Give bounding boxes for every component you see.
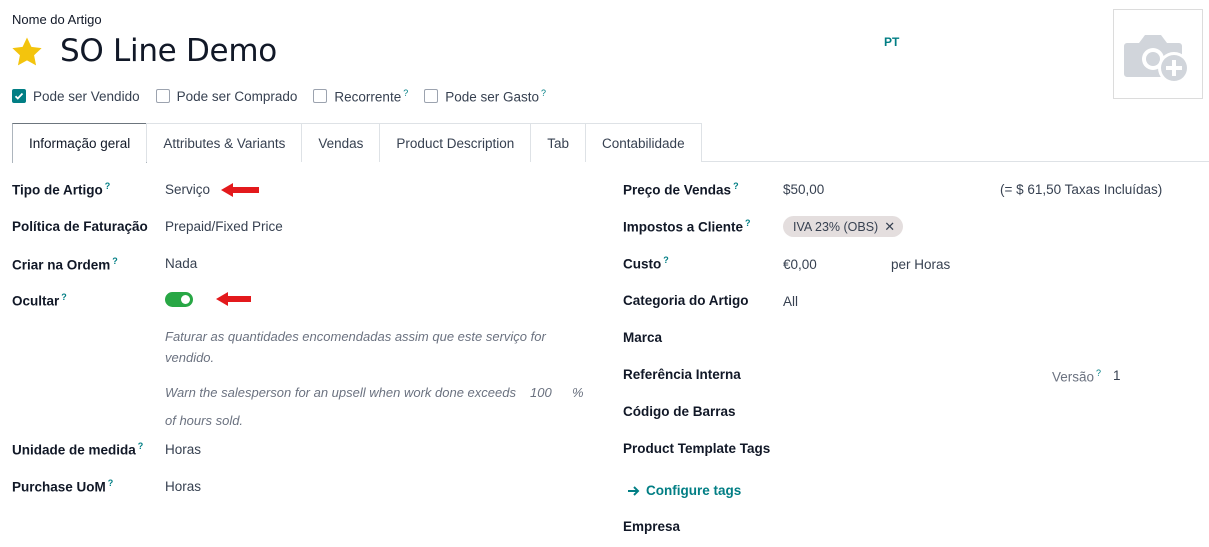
- camera-add-icon: [1124, 35, 1190, 84]
- version-field[interactable]: 1: [1113, 368, 1121, 383]
- checkbox-can-be-purchased[interactable]: Pode ser Comprado: [155, 88, 298, 104]
- uom-label: Unidade de medida?: [12, 441, 144, 458]
- product-category-label: Categoria do Artigo: [623, 293, 749, 308]
- invoice-help-text: Faturar as quantidades encomendadas assi…: [165, 329, 546, 365]
- create-on-order-field[interactable]: Nada: [165, 256, 197, 271]
- version-label: Versão?: [1052, 368, 1102, 385]
- cost-unit: per Horas: [891, 257, 951, 272]
- help-tooltip-icon[interactable]: ?: [663, 255, 669, 265]
- customer-taxes-label: Impostos a Cliente?: [623, 218, 751, 235]
- sales-price-tax-included: (= $ 61,50 Taxas Incluídas): [1000, 182, 1163, 197]
- help-tooltip-icon[interactable]: ?: [733, 181, 739, 191]
- checkbox-label: Pode ser Gasto?: [445, 88, 547, 105]
- remove-tag-icon[interactable]: ✕: [884, 219, 895, 235]
- product-type-label: Tipo de Artigo?: [12, 181, 111, 198]
- tab-tab[interactable]: Tab: [530, 123, 587, 162]
- upsell-percent-unit: %: [572, 385, 584, 400]
- tab-sales[interactable]: Vendas: [301, 123, 381, 162]
- company-label: Empresa: [623, 519, 681, 534]
- checkbox-can-be-sold[interactable]: Pode ser Vendido: [12, 89, 140, 104]
- checkbox-box[interactable]: [155, 89, 170, 104]
- product-category-field[interactable]: All: [783, 294, 798, 309]
- checkbox-label: Recorrente?: [334, 88, 409, 105]
- help-tooltip-icon[interactable]: ?: [105, 181, 111, 191]
- cost-field[interactable]: €0,00: [783, 257, 817, 272]
- help-tooltip-icon[interactable]: ?: [1096, 368, 1101, 378]
- create-on-order-label: Criar na Ordem?: [12, 256, 118, 273]
- internal-reference-label: Referência Interna: [623, 367, 741, 382]
- star-icon[interactable]: [10, 35, 44, 69]
- tab-attributes-variants[interactable]: Attributes & Variants: [146, 123, 303, 162]
- help-tooltip-icon[interactable]: ?: [108, 478, 114, 488]
- arrow-right-icon: [628, 485, 640, 496]
- checkbox-box[interactable]: [313, 89, 328, 104]
- purchase-uom-field[interactable]: Horas: [165, 479, 201, 494]
- checkbox-box[interactable]: [12, 89, 26, 104]
- brand-label: Marca: [623, 330, 663, 345]
- help-tooltip-icon[interactable]: ?: [61, 292, 67, 302]
- uom-field[interactable]: Horas: [165, 442, 201, 457]
- product-template-tags-label: Product Template Tags: [623, 441, 771, 456]
- check-icon: [14, 93, 24, 101]
- upsell-threshold-input[interactable]: 100: [530, 382, 558, 403]
- configure-tags-label: Configure tags: [646, 483, 742, 498]
- tax-tag-label: IVA 23% (OBS): [793, 219, 879, 234]
- tab-accounting[interactable]: Contabilidade: [585, 123, 702, 162]
- sales-price-field[interactable]: $50,00: [783, 182, 824, 197]
- product-title[interactable]: SO Line Demo: [60, 33, 277, 69]
- product-image-field[interactable]: [1113, 9, 1203, 99]
- upsell-help-text: Warn the salesperson for an upsell when …: [165, 385, 516, 400]
- barcode-label: Código de Barras: [623, 404, 736, 419]
- product-type-field[interactable]: Serviço: [165, 182, 210, 197]
- form-tabs: Informação geral Attributes & Variants V…: [12, 123, 1209, 163]
- product-name-label: Nome do Artigo: [12, 12, 102, 27]
- tax-tag[interactable]: IVA 23% (OBS) ✕: [783, 216, 904, 237]
- checkbox-box[interactable]: [424, 89, 439, 104]
- help-tooltip-icon[interactable]: ?: [138, 441, 144, 451]
- checkbox-label: Pode ser Comprado: [176, 88, 298, 104]
- checkbox-recurring[interactable]: Recorrente?: [313, 88, 408, 105]
- hide-toggle[interactable]: [165, 292, 193, 307]
- tab-product-description[interactable]: Product Description: [379, 123, 532, 162]
- red-arrow-icon: [221, 183, 259, 197]
- tab-general-information[interactable]: Informação geral: [12, 123, 148, 163]
- checkbox-can-be-expensed[interactable]: Pode ser Gasto?: [424, 88, 546, 105]
- sales-price-label: Preço de Vendas?: [623, 181, 739, 198]
- help-tooltip-icon[interactable]: ?: [745, 218, 751, 228]
- configure-tags-link[interactable]: Configure tags: [627, 483, 741, 498]
- product-flags: Pode ser Vendido Pode ser Comprado Recor…: [12, 88, 546, 105]
- invoice-policy-field[interactable]: Prepaid/Fixed Price: [165, 219, 283, 234]
- upsell-help-text-end: of hours sold.: [165, 413, 244, 428]
- hide-label: Ocultar?: [12, 292, 67, 309]
- checkbox-label: Pode ser Vendido: [33, 88, 140, 104]
- language-button[interactable]: PT: [884, 35, 899, 49]
- cost-label: Custo?: [623, 255, 669, 272]
- help-tooltip-icon[interactable]: ?: [403, 88, 408, 98]
- red-arrow-icon: [216, 292, 251, 306]
- purchase-uom-label: Purchase UoM?: [12, 478, 114, 495]
- help-tooltip-icon[interactable]: ?: [541, 88, 546, 98]
- invoice-policy-label: Política de Faturação: [12, 219, 148, 234]
- help-tooltip-icon[interactable]: ?: [112, 256, 118, 266]
